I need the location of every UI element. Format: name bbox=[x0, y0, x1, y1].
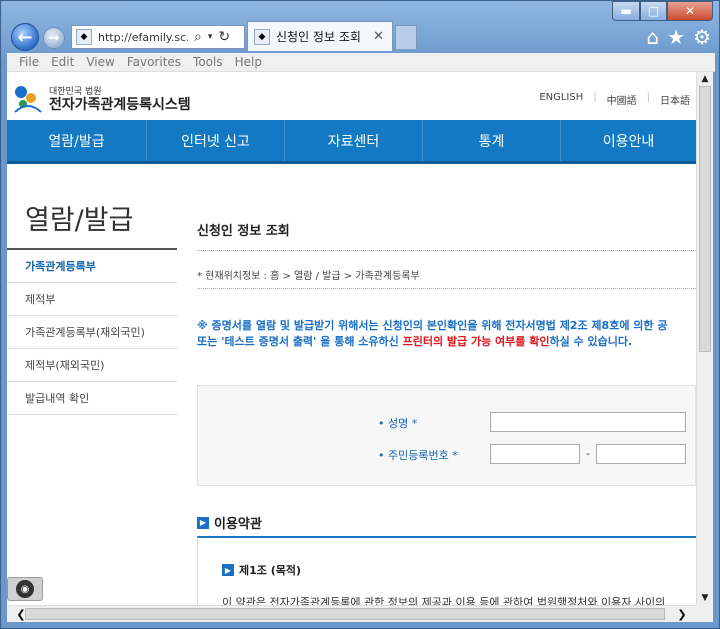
scroll-corner bbox=[696, 605, 713, 622]
arrow-bullet-icon: ▶ bbox=[222, 564, 234, 576]
notice-line-2-end: 하실 수 있습니다. bbox=[549, 335, 633, 348]
lang-japanese[interactable]: 日本語 bbox=[660, 92, 690, 107]
menu-help[interactable]: Help bbox=[235, 55, 262, 69]
page-title: 신청인 정보 조회 bbox=[197, 224, 290, 239]
notice-line-2-start: 또는 '테스트 증명서 출력' 을 통해 소유하신 bbox=[197, 335, 403, 348]
divider bbox=[197, 288, 696, 289]
lang-english[interactable]: ENGLISH bbox=[539, 92, 583, 107]
terms-section-label: 이용약관 bbox=[214, 517, 262, 532]
rrn-label: • 주민등록번호 * bbox=[378, 449, 458, 462]
tab-active[interactable]: ◆ 신청인 정보 조회 ✕ bbox=[247, 21, 393, 51]
sidebar-item-removed-register[interactable]: 제적부 bbox=[7, 283, 177, 316]
court-logo-icon bbox=[14, 86, 42, 113]
scroll-thumb-horizontal[interactable] bbox=[25, 608, 665, 620]
name-input[interactable] bbox=[490, 412, 686, 432]
site-favicon-icon: ◆ bbox=[76, 29, 92, 45]
sidebar-item-family-register[interactable]: 가족관계등록부 bbox=[7, 250, 177, 283]
audio-speaker-icon[interactable]: ◉ bbox=[7, 577, 43, 601]
refresh-icon[interactable]: ↻ bbox=[218, 29, 230, 45]
menu-view[interactable]: View bbox=[86, 55, 114, 69]
favorites-star-icon[interactable]: ★ bbox=[667, 25, 685, 49]
article-text: 이 약관은 전자가족관계등록에 관한 정보의 제공과 이용 등에 관하여 법원행… bbox=[222, 596, 666, 605]
menu-favorites[interactable]: Favorites bbox=[127, 55, 181, 69]
vertical-scrollbar[interactable]: ▲ ▼ bbox=[696, 72, 713, 605]
sidebar-item-issue-history[interactable]: 발급내역 확인 bbox=[7, 382, 177, 415]
gnb-guide[interactable]: 이용안내 bbox=[561, 120, 696, 161]
menu-edit[interactable]: Edit bbox=[51, 55, 74, 69]
lang-chinese[interactable]: 中國語 bbox=[607, 92, 637, 107]
rrn-back-input[interactable] bbox=[596, 444, 686, 464]
divider bbox=[197, 250, 696, 251]
article-title-label: 제1조 (목적) bbox=[239, 564, 302, 577]
navigation-bar: ← → ◆ http://efamily.sc... ⌕ ▾ ↻ ◆ 신청인 정… bbox=[1, 19, 720, 53]
gnb-resources[interactable]: 자료센터 bbox=[285, 120, 423, 161]
gnb-report[interactable]: 인터넷 신고 bbox=[147, 120, 285, 161]
speaker-icon: ◉ bbox=[16, 580, 34, 598]
notice-highlight: 프린터의 발급 가능 여부를 확인 bbox=[402, 335, 550, 348]
back-arrow-icon[interactable]: ← bbox=[11, 23, 39, 51]
menu-bar: File Edit View Favorites Tools Help bbox=[7, 53, 715, 72]
menu-file[interactable]: File bbox=[19, 55, 39, 69]
search-icon[interactable]: ⌕ bbox=[194, 29, 202, 45]
sidebar-menu: 가족관계등록부 제적부 가족관계등록부(재외국민) 제적부(재외국민) 발급내역… bbox=[7, 248, 177, 415]
rrn-front-input[interactable] bbox=[490, 444, 580, 464]
web-page: 대한민국 법원 전자가족관계등록시스템 ENGLISH | 中國語 | 日本語 … bbox=[7, 72, 696, 605]
terms-section-title: ▶ 이용약관 bbox=[197, 513, 262, 532]
home-icon[interactable]: ⌂ bbox=[646, 25, 659, 49]
gnb-statistics[interactable]: 통계 bbox=[423, 120, 561, 161]
notice-line-1: ※ 증명서를 열람 및 발급받기 위해서는 신청인의 본인확인을 위해 전자서명… bbox=[197, 319, 668, 332]
browser-window: ▬ □ ✕ ← → ◆ http://efamily.sc... ⌕ ▾ ↻ ◆… bbox=[0, 0, 720, 629]
arrow-bullet-icon: ▶ bbox=[197, 516, 209, 529]
article-title: ▶ 제1조 (목적) bbox=[222, 562, 301, 578]
lang-separator: | bbox=[646, 92, 650, 103]
sidebar-item-removed-register-overseas[interactable]: 제적부(재외국민) bbox=[7, 349, 177, 382]
notice-line-2: 또는 '테스트 증명서 출력' 을 통해 소유하신 프린터의 발급 가능 여부를… bbox=[197, 334, 696, 350]
language-menu: ENGLISH | 中國語 | 日本語 bbox=[539, 92, 690, 107]
horizontal-scrollbar[interactable]: ❮ ❯ bbox=[7, 605, 696, 622]
forward-arrow-icon[interactable]: → bbox=[43, 27, 65, 49]
tab-title: 신청인 정보 조회 bbox=[276, 30, 361, 44]
address-url[interactable]: http://efamily.sc... bbox=[98, 31, 188, 44]
toolbar-icons: ⌂ ★ ⚙ bbox=[646, 25, 711, 49]
applicant-form: • 성명 * • 주민등록번호 * - bbox=[197, 385, 696, 486]
menu-tools[interactable]: Tools bbox=[193, 55, 223, 69]
gnb-issue[interactable]: 열람/발급 bbox=[7, 120, 147, 161]
sidebar-title: 열람/발급 bbox=[25, 205, 134, 236]
scroll-thumb[interactable] bbox=[699, 86, 711, 352]
lang-separator: | bbox=[593, 92, 597, 103]
minimize-button[interactable]: ▬ bbox=[612, 1, 640, 21]
settings-gear-icon[interactable]: ⚙ bbox=[693, 25, 711, 49]
terms-box[interactable]: ▶ 제1조 (목적) 이 약관은 전자가족관계등록에 관한 정보의 제공과 이용… bbox=[197, 536, 696, 605]
tab-close-icon[interactable]: ✕ bbox=[373, 29, 384, 44]
window-controls: ▬ □ ✕ bbox=[612, 1, 713, 21]
site-title[interactable]: 전자가족관계등록시스템 bbox=[49, 94, 191, 114]
scroll-down-icon[interactable]: ▼ bbox=[697, 591, 713, 605]
gnb-underline bbox=[7, 161, 696, 164]
dropdown-icon[interactable]: ▾ bbox=[208, 32, 213, 42]
sidebar-item-family-register-overseas[interactable]: 가족관계등록부(재외국민) bbox=[7, 316, 177, 349]
tab-favicon-icon: ◆ bbox=[254, 28, 270, 45]
global-navigation: 열람/발급 인터넷 신고 자료센터 통계 이용안내 bbox=[7, 120, 696, 161]
breadcrumb: * 현재위치정보 : 홈 > 열람 / 발급 > 가족관계등록부 bbox=[197, 271, 420, 282]
notice-text: ※ 증명서를 열람 및 발급받기 위해서는 신청인의 본인확인을 위해 전자서명… bbox=[197, 318, 696, 350]
address-bar[interactable]: ◆ http://efamily.sc... ⌕ ▾ ↻ bbox=[71, 25, 245, 49]
rrn-dash: - bbox=[586, 447, 590, 460]
maximize-button[interactable]: □ bbox=[640, 1, 667, 21]
new-tab-button[interactable] bbox=[395, 25, 417, 49]
scroll-up-icon[interactable]: ▲ bbox=[697, 72, 713, 86]
name-label: • 성명 * bbox=[378, 417, 418, 430]
scroll-right-icon[interactable]: ❯ bbox=[674, 606, 690, 622]
close-button[interactable]: ✕ bbox=[667, 1, 713, 21]
